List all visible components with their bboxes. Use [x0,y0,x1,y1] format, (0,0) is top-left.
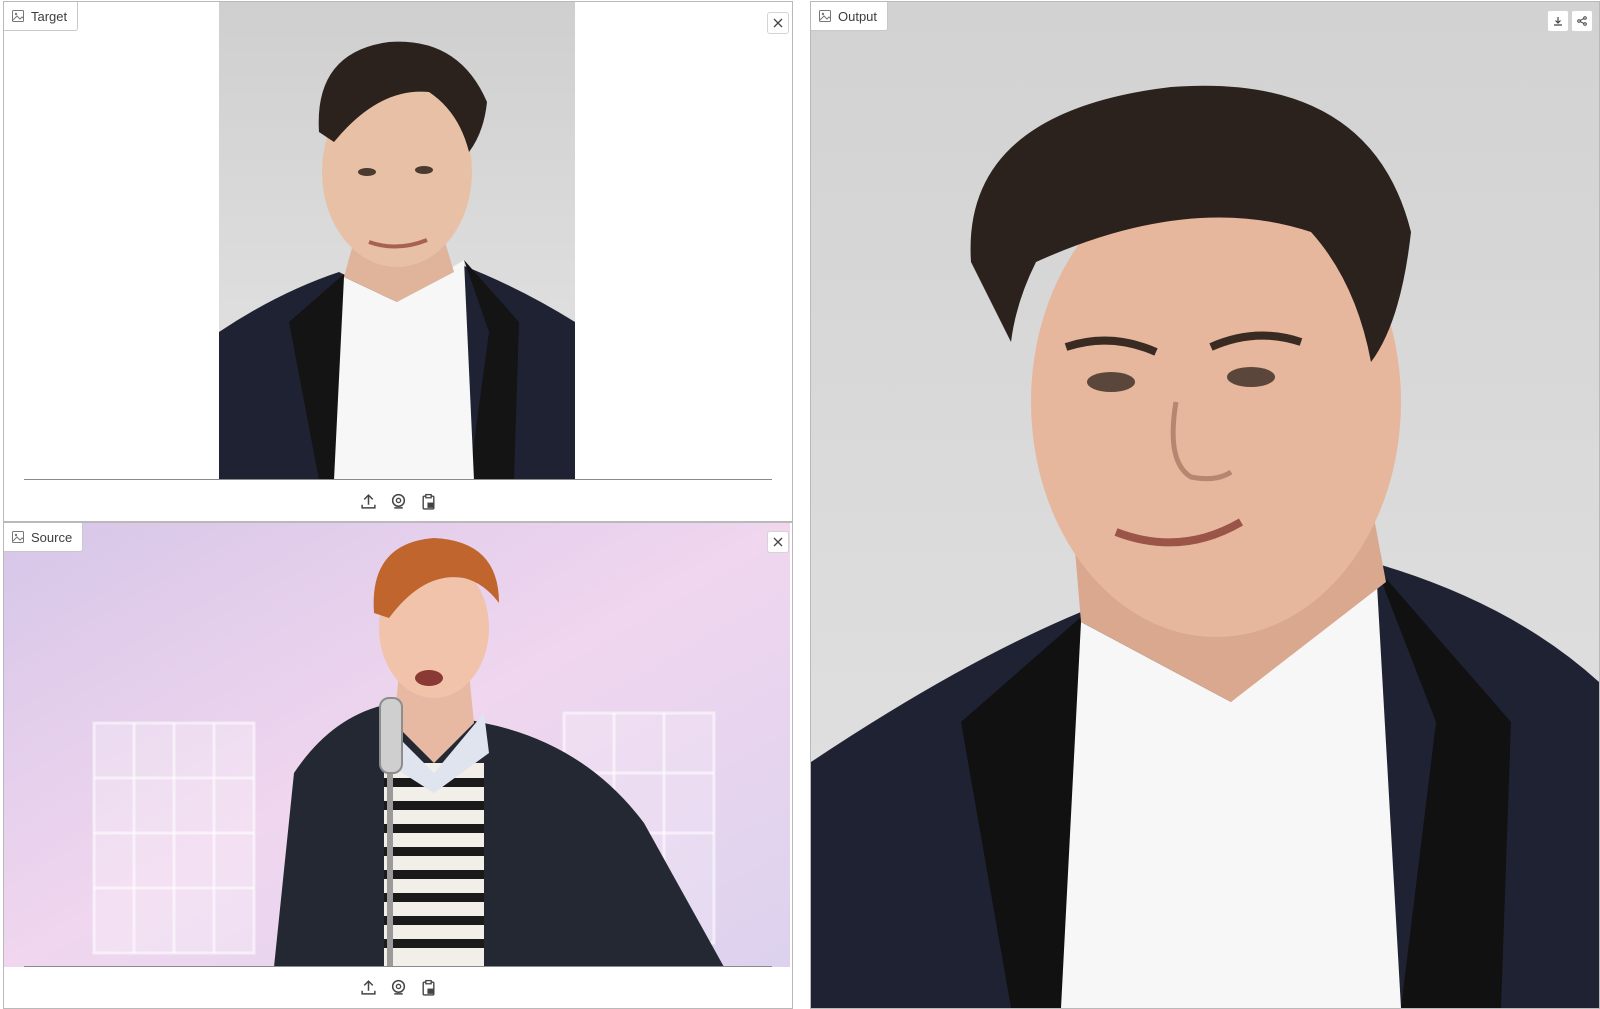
close-icon [773,18,783,28]
source-toolbar [4,978,792,996]
upload-icon [360,979,376,995]
share-icon [1577,16,1587,26]
target-divider [24,479,772,480]
source-divider [24,966,772,967]
output-label: Output [811,2,889,31]
output-label-text: Output [838,8,878,24]
source-image [4,523,790,967]
target-clear-button[interactable] [767,12,789,34]
target-clipboard-button[interactable] [419,492,437,510]
image-icon [12,10,24,22]
output-image-panel: Output [810,1,1600,1009]
source-upload-button[interactable] [359,978,377,996]
webcam-icon [391,979,405,995]
image-icon [12,531,24,543]
output-image [811,2,1599,1008]
output-download-button[interactable] [1547,10,1569,32]
clipboard-icon [421,979,435,996]
target-toolbar [4,492,792,510]
target-webcam-button[interactable] [389,492,407,510]
source-clear-button[interactable] [767,531,789,553]
image-icon [819,10,831,22]
source-clipboard-button[interactable] [419,978,437,996]
target-label-text: Target [31,8,68,24]
webcam-icon [391,493,405,509]
target-upload-button[interactable] [359,492,377,510]
target-image-panel: Target [3,1,793,522]
source-label-text: Source [31,529,73,545]
upload-icon [360,493,376,509]
close-icon [773,537,783,547]
source-label: Source [4,523,84,552]
source-webcam-button[interactable] [389,978,407,996]
clipboard-icon [421,493,435,510]
output-share-button[interactable] [1571,10,1593,32]
download-icon [1554,17,1562,26]
target-label: Target [4,2,79,31]
target-image [219,2,575,480]
source-image-panel: Source [3,522,793,1009]
